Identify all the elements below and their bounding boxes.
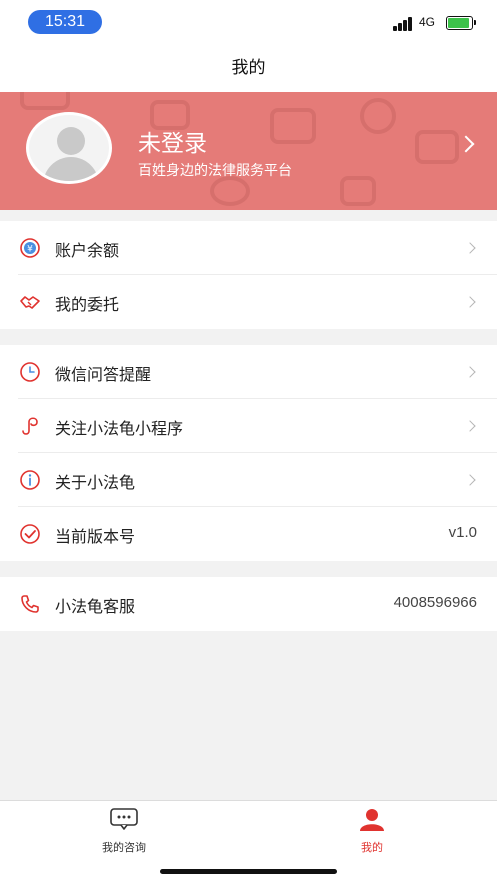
avatar[interactable] [26,112,112,184]
tab-mine[interactable]: 我的 [332,807,412,855]
tab-label: 我的咨询 [102,841,146,854]
menu-item-commission[interactable]: 我的委托 [0,275,497,329]
page-title: 我的 [0,44,497,92]
tab-label: 我的 [361,841,383,854]
phone-icon [21,595,39,613]
network-type: 4G [419,15,436,29]
profile-slogan: 百姓身边的法律服务平台 [138,163,292,179]
check-circle-icon [20,524,40,544]
chat-bubble-icon [110,808,138,830]
chevron-right-icon [464,420,476,432]
menu-item-customer-service[interactable]: 小法龟客服 4008596966 [0,577,497,631]
battery-icon [446,16,476,30]
menu-item-label: 当前版本号 [55,527,136,546]
profile-name: 未登录 [138,131,207,157]
version-value: v1.0 [448,524,477,541]
user-icon [360,809,384,831]
banner-decoration [360,98,396,134]
menu-item-label: 账户余额 [55,241,120,260]
mini-program-icon [22,417,38,435]
profile-banner[interactable]: 未登录 百姓身边的法律服务平台 [0,92,497,210]
handshake-icon [20,296,40,309]
status-bar: 15:31 4G [0,0,497,44]
menu-item-version: 当前版本号 v1.0 [0,507,497,561]
menu-group-account: ¥ 账户余额 我的委托 [0,221,497,329]
menu-item-balance[interactable]: ¥ 账户余额 [0,221,497,275]
banner-decoration [415,130,459,164]
menu-item-wechat-reminder[interactable]: 微信问答提醒 [0,345,497,399]
home-indicator [160,869,337,874]
chevron-right-icon [457,135,475,153]
menu-item-label: 微信问答提醒 [55,365,152,384]
svg-text:¥: ¥ [27,245,33,255]
signal-icon [393,17,413,31]
clock-icon [20,362,40,382]
chevron-right-icon [464,366,476,378]
info-icon [20,470,40,490]
menu-group-service: 小法龟客服 4008596966 [0,577,497,631]
banner-decoration [340,176,376,206]
banner-decoration [20,92,70,110]
tab-my-consultations[interactable]: 我的咨询 [84,807,164,855]
banner-decoration [210,176,250,206]
menu-item-label: 关于小法龟 [55,473,136,492]
yen-circle-icon: ¥ [20,238,40,258]
menu-item-about[interactable]: 关于小法龟 [0,453,497,507]
chevron-right-icon [464,474,476,486]
menu-group-info: 微信问答提醒 关注小法龟小程序 关于小法龟 当前版本号 v1.0 [0,345,497,561]
menu-item-label: 小法龟客服 [55,597,136,616]
chevron-right-icon [464,296,476,308]
status-time: 15:31 [28,10,102,34]
banner-decoration [270,108,316,144]
chevron-right-icon [464,242,476,254]
menu-item-follow-mini-program[interactable]: 关注小法龟小程序 [0,399,497,453]
service-phone-number[interactable]: 4008596966 [394,594,477,611]
menu-item-label: 我的委托 [55,295,120,314]
menu-item-label: 关注小法龟小程序 [55,419,184,438]
